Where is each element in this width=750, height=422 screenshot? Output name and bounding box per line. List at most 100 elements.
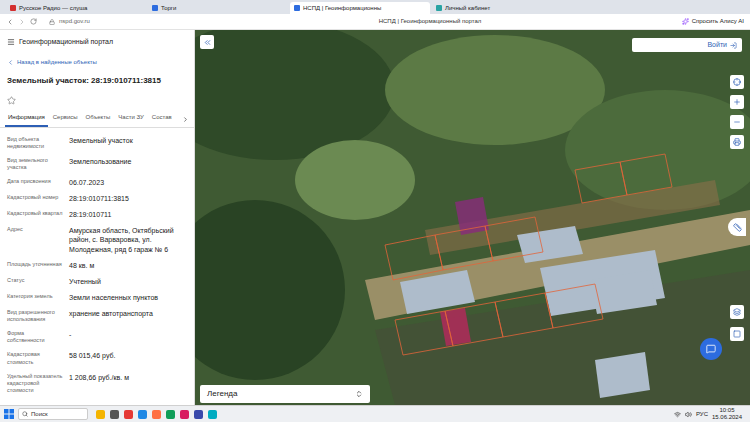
property-value: 28:19:010711:3815 xyxy=(69,194,187,203)
layer-toolbar xyxy=(730,305,744,341)
start-icon[interactable] xyxy=(4,409,14,419)
property-label: Дата присвоения xyxy=(7,178,63,187)
browser-tab-label: Личный кабинет xyxy=(445,4,490,13)
browser-tab-label: НСПД | Геоинформационны xyxy=(303,4,381,13)
map-tool-icon xyxy=(733,138,741,146)
browser-tab-bar: Русское Радио — слуша Торги НСПД | Геоинфо… xyxy=(0,0,750,14)
map-toolbar xyxy=(730,75,744,149)
property-label: Вид объекта недвижимости xyxy=(7,136,63,150)
selected-parcel xyxy=(455,197,489,235)
taskbar: Поиск РУС 10:0515.06.2024 xyxy=(0,405,750,422)
property-label: Площадь уточненная xyxy=(7,261,63,270)
reload-icon[interactable] xyxy=(30,18,37,25)
panel-tab[interactable]: Сервисы xyxy=(50,110,81,127)
map-tool-button[interactable] xyxy=(730,115,744,129)
map-tool-icon xyxy=(733,98,741,106)
taskbar-app-icon[interactable] xyxy=(208,410,217,419)
property-value: Учтенный xyxy=(69,277,187,286)
property-label: Кадастровая стоимость xyxy=(7,351,63,365)
taskbar-app-icon[interactable] xyxy=(124,410,133,419)
page: Геоинформационный портал Назад в найденны… xyxy=(0,30,750,405)
property-value: Земли населенных пунктов xyxy=(69,293,187,302)
lock-icon xyxy=(49,19,55,25)
property-row: Вид земельного участкаЗемлепользование xyxy=(7,157,187,171)
favicon-icon xyxy=(152,5,158,11)
taskbar-app-icon[interactable] xyxy=(138,410,147,419)
property-label: Статус xyxy=(7,277,63,286)
property-label: Вид земельного участка xyxy=(7,157,63,171)
panel-tab[interactable]: Объекты xyxy=(83,110,114,127)
property-value: 06.07.2023 xyxy=(69,178,187,187)
property-value: Амурская область, Октябрьский район, с. … xyxy=(69,226,187,253)
network-icon[interactable] xyxy=(674,411,681,418)
menu-icon[interactable] xyxy=(7,38,15,46)
map[interactable]: Войти Легенда xyxy=(195,30,750,405)
taskbar-app-icon[interactable] xyxy=(180,410,189,419)
map-tool-button[interactable] xyxy=(730,75,744,89)
browser-tab-label: Русское Радио — слуша xyxy=(19,4,87,13)
property-value: 1 208,66 руб./кв. м xyxy=(69,373,187,394)
assistant-icon xyxy=(682,18,689,25)
portal-title: Геоинформационный портал xyxy=(19,37,113,48)
browser-tab[interactable]: НСПД | Геоинформационны xyxy=(290,2,430,14)
property-row: Кадастровый квартал28:19:010711 xyxy=(7,210,187,219)
measure-icon xyxy=(733,223,742,232)
taskbar-search[interactable]: Поиск xyxy=(18,408,88,420)
back-link[interactable]: Назад в найденные объекты xyxy=(0,54,194,71)
address-text[interactable]: nspd.gov.ru xyxy=(59,17,90,26)
clock[interactable]: 10:0515.06.2024 xyxy=(712,407,742,420)
screen: Русское Радио — слуша Торги НСПД | Геоинфо… xyxy=(0,0,750,422)
property-label: Кадастровый номер xyxy=(7,194,63,203)
object-heading: Земельный участок: 28:19:010711:3815 xyxy=(0,71,194,91)
panel-tabs: ИнформацияСервисыОбъектыЧасти ЗУСостав xyxy=(0,110,194,128)
back-arrow-icon xyxy=(7,59,14,66)
property-row: Форма собственности- xyxy=(7,330,187,344)
assistant-button[interactable]: Спросить Алису AI xyxy=(614,17,744,26)
volume-icon[interactable] xyxy=(685,411,692,418)
map-tool-button[interactable] xyxy=(730,95,744,109)
layer-tool-button[interactable] xyxy=(730,305,744,319)
map-tool-button[interactable] xyxy=(730,135,744,149)
browser-tab[interactable]: Русское Радио — слуша xyxy=(6,2,146,14)
satellite-image xyxy=(195,30,750,405)
browser-tab[interactable]: Торги xyxy=(148,2,288,14)
property-label: Удельный показатель кадастровой стоимост… xyxy=(7,373,63,394)
property-row: Статус Учтенный xyxy=(7,277,187,286)
taskbar-app-icon[interactable] xyxy=(152,410,161,419)
layer-tool-icon xyxy=(733,330,741,338)
collapse-panel-button[interactable] xyxy=(200,35,214,49)
property-value: Земельный участок xyxy=(69,136,187,150)
taskbar-app-icon[interactable] xyxy=(96,410,105,419)
layer-tool-button[interactable] xyxy=(730,327,744,341)
favicon-icon xyxy=(436,5,442,11)
page-title: НСПД | Геоинформационный портал xyxy=(246,17,614,26)
property-row: Кадастровый номер 28:19:010711:3815 xyxy=(7,194,187,203)
measure-button[interactable] xyxy=(728,218,746,236)
language-indicator[interactable]: РУС xyxy=(696,410,708,419)
property-row: Удельный показатель кадастровой стоимост… xyxy=(7,373,187,394)
system-tray: РУС 10:0515.06.2024 xyxy=(674,407,746,420)
property-value: 58 015,46 руб. xyxy=(69,351,187,365)
chat-button[interactable] xyxy=(700,338,722,360)
property-value: хранение автотранспорта xyxy=(69,309,187,323)
taskbar-app-icon[interactable] xyxy=(110,410,119,419)
browser-tab[interactable]: Личный кабинет xyxy=(432,2,572,14)
address-bar: nspd.gov.ru НСПД | Геоинформационный порт… xyxy=(0,14,750,30)
property-label: Вид разрешенного использования xyxy=(7,309,63,323)
favicon-icon xyxy=(10,5,16,11)
tabs-scroll-icon[interactable] xyxy=(182,116,189,123)
legend-box[interactable]: Легенда xyxy=(200,385,370,403)
forward-icon[interactable] xyxy=(18,18,26,26)
taskbar-app-icon[interactable] xyxy=(194,410,203,419)
property-row: Категория земельЗемли населенных пунктов xyxy=(7,293,187,302)
property-row: АдресАмурская область, Октябрьский район… xyxy=(7,226,187,253)
panel-tab[interactable]: Части ЗУ xyxy=(115,110,146,127)
layer-tool-icon xyxy=(733,308,741,316)
login-button[interactable]: Войти xyxy=(632,38,742,52)
taskbar-app-icon[interactable] xyxy=(166,410,175,419)
property-row: Площадь уточненная48 кв. м xyxy=(7,261,187,270)
panel-tab[interactable]: Состав xyxy=(149,110,175,127)
back-icon[interactable] xyxy=(6,18,14,26)
panel-tab[interactable]: Информация xyxy=(5,110,48,127)
favorite-star-icon[interactable] xyxy=(7,96,16,105)
